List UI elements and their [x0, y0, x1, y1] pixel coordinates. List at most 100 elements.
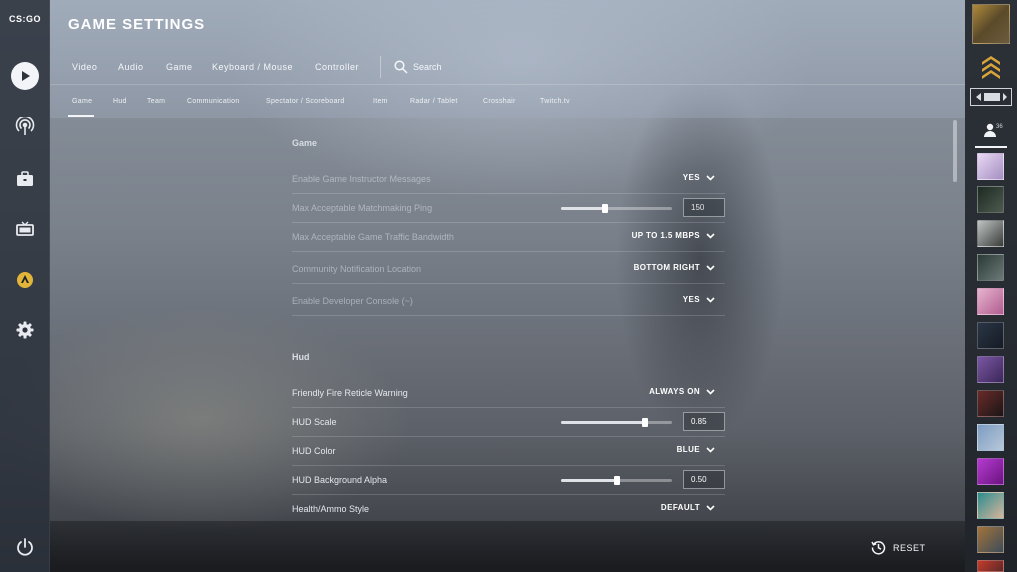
- slider-fill: [561, 207, 605, 210]
- left-sidebar: CS:GO: [0, 0, 50, 572]
- tab-keyboard-mouse[interactable]: Keyboard / Mouse: [212, 62, 293, 72]
- setting-label: HUD Background Alpha: [292, 475, 388, 485]
- chevron-down-icon: [706, 504, 715, 511]
- setting-label: Community Notification Location: [292, 264, 422, 274]
- dropdown-value: BLUE: [676, 445, 700, 454]
- dropdown-value: ALWAYS ON: [649, 387, 700, 396]
- hud-color-dropdown[interactable]: BLUE: [677, 445, 715, 454]
- tab-video[interactable]: Video: [72, 62, 97, 72]
- developer-console-dropdown[interactable]: YES: [683, 295, 715, 304]
- subtab-game[interactable]: Game: [72, 98, 92, 105]
- friend-avatar[interactable]: [977, 322, 1004, 349]
- setting-row: Enable Developer Console (~) YES: [292, 284, 725, 316]
- friendly-fire-warning-dropdown[interactable]: ALWAYS ON: [649, 387, 715, 396]
- subtab-hud[interactable]: Hud: [113, 98, 127, 105]
- dropdown-value: UP TO 1.5 MBPS: [631, 231, 700, 240]
- competitive-rank-badge[interactable]: [970, 88, 1012, 106]
- health-ammo-style-dropdown[interactable]: DEFAULT: [661, 503, 715, 512]
- slider-fill: [561, 421, 645, 424]
- friends-tab-indicator: [975, 146, 1007, 148]
- inventory-button[interactable]: [10, 164, 40, 194]
- play-button[interactable]: [10, 61, 40, 91]
- settings-button[interactable]: [10, 315, 40, 345]
- slider-handle[interactable]: [642, 418, 648, 427]
- footer-panel: [50, 521, 965, 572]
- hud-background-alpha-slider[interactable]: [561, 476, 672, 485]
- stats-button[interactable]: [10, 265, 40, 295]
- matchmaking-ping-slider[interactable]: [561, 204, 672, 213]
- slider-fill: [561, 479, 617, 482]
- player-avatar[interactable]: [972, 4, 1010, 44]
- tab-audio[interactable]: Audio: [118, 62, 144, 72]
- friend-avatar[interactable]: [977, 220, 1004, 247]
- instructor-messages-dropdown[interactable]: YES: [683, 173, 715, 182]
- section-heading-hud: Hud: [292, 352, 310, 362]
- setting-row: Enable Game Instructor Messages YES: [292, 165, 725, 194]
- setting-row: Community Notification Location BOTTOM R…: [292, 252, 725, 284]
- header-divider: [50, 84, 965, 85]
- hud-scale-input[interactable]: 0.85: [683, 412, 725, 431]
- search-button[interactable]: Search: [394, 59, 442, 75]
- subtab-radar-tablet[interactable]: Radar / Tablet: [410, 98, 458, 105]
- friend-avatar[interactable]: [977, 186, 1004, 213]
- reset-button[interactable]: RESET: [871, 540, 926, 555]
- friend-avatar[interactable]: [977, 153, 1004, 180]
- active-subtab-indicator: [68, 115, 94, 117]
- subtab-item[interactable]: Item: [373, 98, 388, 105]
- friend-avatar[interactable]: [977, 288, 1004, 315]
- settings-scrollbar[interactable]: [953, 120, 957, 182]
- friend-avatar[interactable]: [977, 560, 1004, 572]
- slider-handle[interactable]: [614, 476, 620, 485]
- person-icon: [984, 123, 996, 137]
- search-label: Search: [413, 62, 442, 72]
- watch-button[interactable]: [10, 112, 40, 142]
- subtab-twitch[interactable]: Twitch.tv: [540, 98, 570, 105]
- friend-avatar[interactable]: [977, 356, 1004, 383]
- chevron-down-icon: [706, 446, 715, 453]
- tab-controller[interactable]: Controller: [315, 62, 359, 72]
- hud-scale-slider[interactable]: [561, 418, 672, 427]
- subtab-communication[interactable]: Communication: [187, 98, 240, 105]
- hud-background-alpha-input[interactable]: 0.50: [683, 470, 725, 489]
- subtab-team[interactable]: Team: [147, 98, 165, 105]
- csgo-logo[interactable]: CS:GO: [0, 14, 50, 24]
- friend-avatar[interactable]: [977, 526, 1004, 553]
- tv-button[interactable]: [10, 214, 40, 244]
- dropdown-value: YES: [682, 295, 700, 304]
- setting-label: HUD Color: [292, 446, 336, 456]
- chevron-down-icon: [706, 232, 715, 239]
- setting-label: Health/Ammo Style: [292, 504, 370, 514]
- briefcase-icon: [17, 171, 33, 186]
- friend-avatar[interactable]: [977, 458, 1004, 485]
- matchmaking-ping-input[interactable]: 150: [683, 198, 725, 217]
- notification-location-dropdown[interactable]: BOTTOM RIGHT: [634, 263, 715, 272]
- subtab-crosshair[interactable]: Crosshair: [483, 98, 516, 105]
- traffic-bandwidth-dropdown[interactable]: UP TO 1.5 MBPS: [632, 231, 715, 240]
- setting-row: HUD Background Alpha 0.50: [292, 466, 725, 495]
- dropdown-value: YES: [682, 173, 700, 182]
- badge-icon: [17, 272, 33, 288]
- subtab-spectator-scoreboard[interactable]: Spectator / Scoreboard: [266, 98, 345, 105]
- setting-label: Enable Game Instructor Messages: [292, 174, 431, 184]
- quit-button[interactable]: [15, 537, 35, 562]
- friend-avatar[interactable]: [977, 254, 1004, 281]
- chevron-down-icon: [706, 174, 715, 181]
- dropdown-value: DEFAULT: [660, 503, 700, 512]
- setting-row: Health/Ammo Style DEFAULT: [292, 495, 725, 524]
- rank-icon: [981, 54, 1001, 80]
- slider-handle[interactable]: [602, 204, 608, 213]
- play-icon: [11, 62, 39, 90]
- dropdown-value: BOTTOM RIGHT: [633, 263, 700, 272]
- chevron-down-icon: [706, 388, 715, 395]
- tab-game[interactable]: Game: [166, 62, 193, 72]
- chevron-down-icon: [706, 264, 715, 271]
- friend-avatar[interactable]: [977, 492, 1004, 519]
- page-title: GAME SETTINGS: [68, 16, 206, 33]
- friend-avatar[interactable]: [977, 424, 1004, 451]
- setting-label: HUD Scale: [292, 417, 337, 427]
- friend-avatar[interactable]: [977, 390, 1004, 417]
- search-icon: [394, 60, 408, 74]
- friends-button[interactable]: [983, 123, 997, 142]
- chevron-down-icon: [706, 296, 715, 303]
- setting-row: Friendly Fire Reticle Warning ALWAYS ON: [292, 379, 725, 408]
